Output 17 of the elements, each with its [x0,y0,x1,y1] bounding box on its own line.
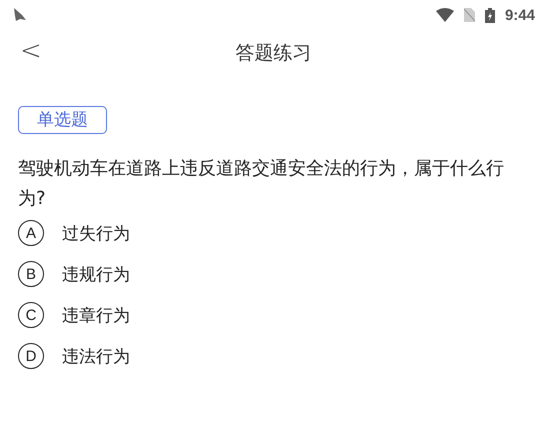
app-icon [12,7,28,23]
option-letter[interactable]: A [18,220,44,246]
battery-icon [484,8,495,22]
status-time: 9:44 [504,6,535,24]
option-letter[interactable]: B [18,261,44,287]
option-text[interactable]: 违法行为 [62,344,130,368]
option-letter[interactable]: D [18,343,44,369]
option-letter[interactable]: C [18,302,44,328]
option-text[interactable]: 过失行为 [62,222,130,244]
wifi-icon [436,8,454,22]
option-text[interactable]: 违规行为 [62,262,130,286]
question-text: 驾驶机动车在道路上违反道路交通安全法的行为，属于什么行为? [18,157,505,211]
page-title: 答题练习 [236,41,312,66]
back-button[interactable]: < [14,36,48,66]
option-text[interactable]: 违章行为 [62,304,130,326]
no-sim-icon [464,8,475,22]
question-type-tag: 单选题 [18,106,107,134]
